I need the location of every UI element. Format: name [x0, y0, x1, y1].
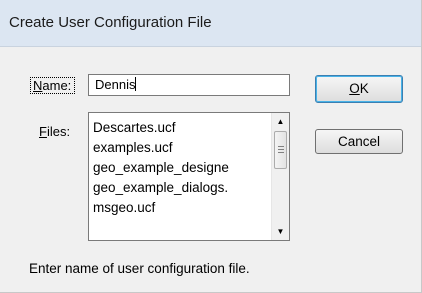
status-text: Enter name of user configuration file. — [29, 261, 250, 276]
ok-button[interactable]: OK — [315, 75, 403, 103]
cancel-button[interactable]: Cancel — [315, 129, 403, 154]
name-label-hotkey: N — [33, 78, 43, 93]
grip-line — [278, 146, 284, 147]
list-item[interactable]: geo_example_designe — [93, 158, 266, 178]
files-label-hotkey: F — [39, 124, 47, 139]
list-item[interactable]: examples.ucf — [93, 138, 266, 158]
scrollbar-thumb[interactable] — [274, 131, 287, 169]
arrow-up-icon[interactable]: ▲ — [272, 113, 289, 130]
list-item[interactable]: Descartes.ucf — [93, 118, 266, 138]
arrow-down-icon[interactable]: ▼ — [272, 223, 289, 240]
dialog-window: Create User Configuration File Name: Den… — [0, 0, 422, 293]
files-list: Descartes.ucf examples.ucf geo_example_d… — [89, 113, 266, 218]
ok-hotkey: O — [349, 81, 360, 96]
list-item[interactable]: geo_example_dialogs. — [93, 178, 266, 198]
title-bar[interactable]: Create User Configuration File — [0, 0, 421, 47]
files-label: Files: — [39, 124, 70, 139]
files-listbox[interactable]: Descartes.ucf examples.ucf geo_example_d… — [88, 112, 290, 241]
name-label-rest: ame: — [42, 78, 72, 93]
vertical-scrollbar[interactable]: ▲ ▼ — [271, 113, 289, 240]
grip-line — [278, 149, 284, 150]
ok-label-rest: K — [359, 81, 369, 96]
grip-line — [278, 152, 284, 153]
text-caret — [135, 77, 137, 91]
window-title: Create User Configuration File — [9, 14, 212, 31]
name-input-value: Dennis — [95, 77, 136, 92]
list-item[interactable]: msgeo.ucf — [93, 198, 266, 218]
name-input[interactable]: Dennis — [88, 74, 290, 96]
name-label: Name: — [30, 77, 75, 94]
files-label-rest: iles: — [46, 124, 71, 139]
